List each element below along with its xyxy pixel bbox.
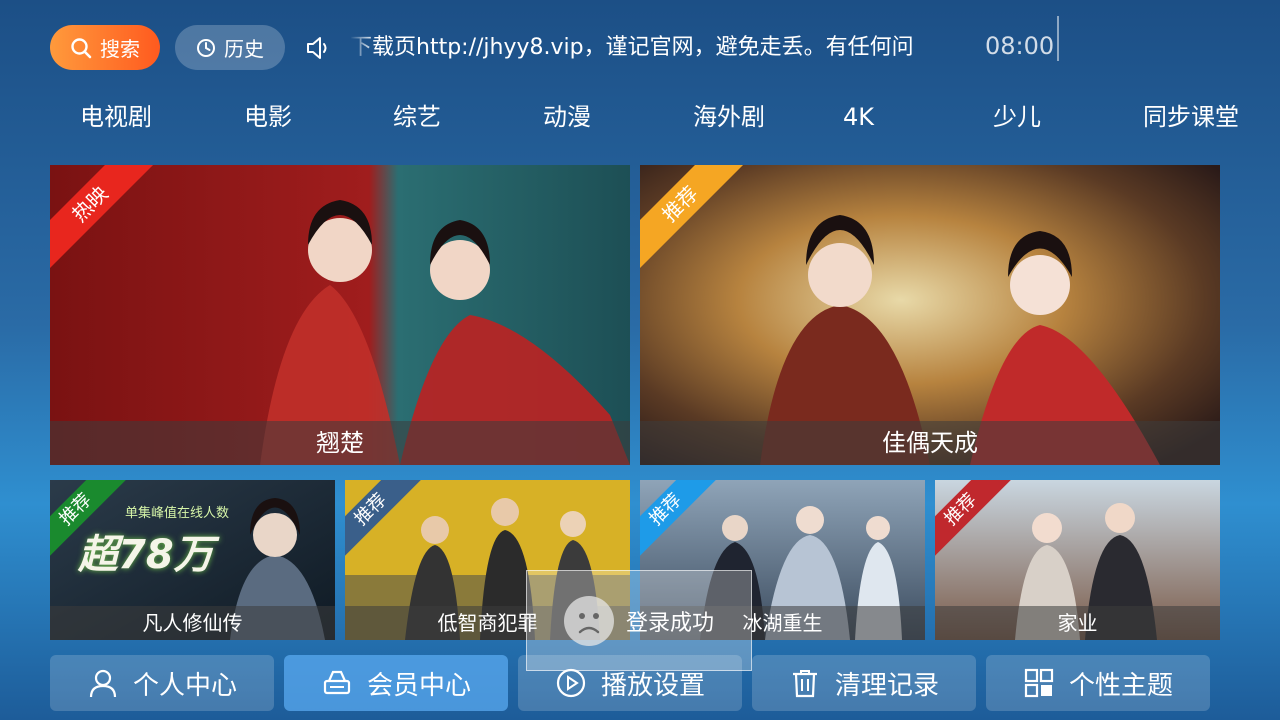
button-label: 个性主题 [1068,670,1173,701]
poster-sub-text: 单集峰值在线人数 [125,506,230,521]
top-bar: 搜索 历史 下载页http://jhyy8.vip，谨记官网，避免走丢。有任何问… [0,0,1280,92]
history-button[interactable]: 历史 [175,25,285,70]
button-label: 清理记录 [834,670,939,701]
nav-item-tv[interactable]: 电视剧 [80,96,152,138]
featured-card[interactable]: 热映 翘楚 [50,165,630,465]
poster-image [50,165,630,465]
clock: 08:00 [985,32,1055,60]
vip-center-button[interactable]: 会员中心 [284,655,508,711]
announcement-marquee: 下载页http://jhyy8.vip，谨记官网，避免走丢。有任何问 [350,28,950,68]
personal-center-button[interactable]: 个人中心 [50,655,274,711]
clock-divider [1057,16,1059,61]
card-title: 佳偶天成 [640,421,1220,465]
nav-item-overseas[interactable]: 海外剧 [693,96,765,138]
toast-message: 登录成功 [625,610,714,636]
featured-card[interactable]: 推荐 佳偶天成 [640,165,1220,465]
nav-item-variety[interactable]: 综艺 [393,96,441,138]
trash-icon [792,670,817,698]
search-label: 搜索 [100,37,140,61]
nav-item-anime[interactable]: 动漫 [543,96,591,138]
history-label: 历史 [224,37,264,61]
user-icon [89,669,117,698]
speaker-icon [307,37,327,59]
sad-face-icon [563,595,614,646]
vip-icon [323,670,351,695]
category-nav: 电视剧 电影 综艺 动漫 海外剧 4K 少儿 同步课堂 [0,96,1280,138]
login-toast: 登录成功 [526,570,752,671]
poster-image [640,165,1220,465]
recommend-card[interactable]: 推荐 家业 [935,480,1220,640]
nav-item-classroom[interactable]: 同步课堂 [1143,96,1239,138]
poster-headline: 超78万 [78,532,214,578]
nav-item-kids[interactable]: 少儿 [993,96,1041,138]
theme-icon [1024,668,1054,698]
button-label: 会员中心 [366,670,471,701]
search-button[interactable]: 搜索 [50,25,160,70]
play-icon [556,668,586,698]
button-label: 个人中心 [132,670,237,701]
announcement-text: 下载页http://jhyy8.vip，谨记官网，避免走丢。有任何问 [350,35,914,60]
recommend-card[interactable]: 单集峰值在线人数 超78万 推荐 凡人修仙传 [50,480,335,640]
nav-item-4k[interactable]: 4K [843,96,874,138]
theme-button[interactable]: 个性主题 [986,655,1210,711]
nav-item-movie[interactable]: 电影 [244,96,292,138]
card-title: 家业 [935,606,1220,640]
search-icon [71,37,92,58]
card-title: 翘楚 [50,421,630,465]
clear-history-button[interactable]: 清理记录 [752,655,976,711]
clock-icon [197,38,215,57]
card-title: 凡人修仙传 [50,606,335,640]
